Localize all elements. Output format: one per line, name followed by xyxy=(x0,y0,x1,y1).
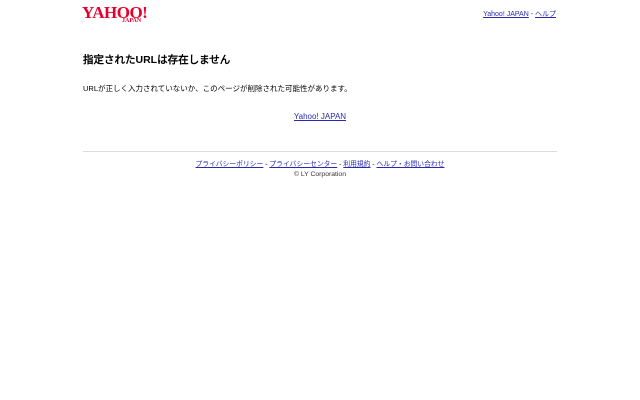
logo-subtext: JAPAN xyxy=(122,18,142,24)
terms-link[interactable]: 利用規約 xyxy=(343,161,370,168)
privacy-center-link[interactable]: プライバシーセンター xyxy=(269,161,337,168)
privacy-policy-link[interactable]: プライバシーポリシー xyxy=(196,161,264,168)
copyright: © LY Corporation xyxy=(294,171,346,178)
error-message: URLが正しく入力されていないか、このページが削除された可能性があります。 xyxy=(83,84,352,93)
yahoo-japan-link[interactable]: Yahoo! JAPAN xyxy=(483,11,529,18)
header-links: Yahoo! JAPAN - ヘルプ xyxy=(483,9,556,19)
help-link[interactable]: ヘルプ xyxy=(535,11,556,18)
home-link-container: Yahoo! JAPAN xyxy=(0,112,640,121)
footer-links: プライバシーポリシー - プライバシーセンター - 利用規約 - ヘルプ・お問い… xyxy=(0,160,640,170)
separator: - xyxy=(530,11,534,18)
separator: - xyxy=(372,161,375,168)
footer: プライバシーポリシー - プライバシーセンター - 利用規約 - ヘルプ・お問い… xyxy=(0,160,640,180)
logo-text: YAHOO! xyxy=(82,3,148,22)
help-contact-link[interactable]: ヘルプ・お問い合わせ xyxy=(377,161,445,168)
separator: - xyxy=(265,161,268,168)
page-title: 指定されたURLは存在しません xyxy=(83,54,231,66)
separator: - xyxy=(339,161,342,168)
divider xyxy=(83,151,557,152)
home-link[interactable]: Yahoo! JAPAN xyxy=(294,112,346,121)
yahoo-japan-logo[interactable]: YAHOO! JAPAN xyxy=(82,4,152,24)
